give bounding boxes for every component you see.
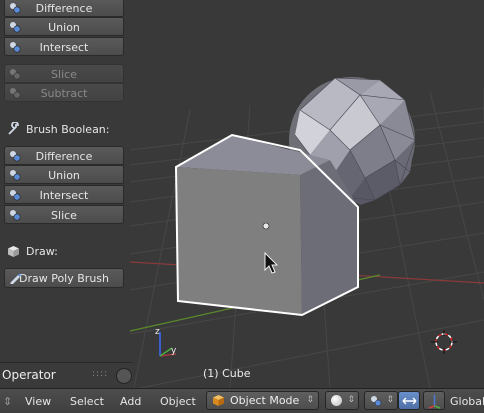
brush-intersect-label: Intersect xyxy=(39,189,89,202)
draw-heading: Draw: xyxy=(26,245,58,258)
brush-difference-label: Difference xyxy=(35,150,93,163)
operator-title: Operator xyxy=(2,368,56,382)
boolean-difference-icon xyxy=(10,3,21,14)
difference-button[interactable]: Difference xyxy=(4,0,124,17)
brush-difference-icon xyxy=(10,151,21,162)
object-mode-icon xyxy=(213,395,224,406)
scroll-arrows-icon[interactable]: ⇕ xyxy=(3,395,12,408)
slice-button-disabled: Slice xyxy=(4,64,124,83)
subtract-disabled-label: Subtract xyxy=(40,87,88,100)
translate-axes-icon xyxy=(428,395,441,409)
draw-poly-brush-button[interactable]: Draw Poly Brush xyxy=(4,268,124,288)
translate-manipulator-button[interactable] xyxy=(423,391,445,410)
difference-label: Difference xyxy=(35,2,93,15)
brush-pen-icon xyxy=(10,273,21,284)
mode-selector[interactable]: Object Mode ⇕ xyxy=(206,391,319,410)
subtract-button-disabled: Subtract xyxy=(4,83,124,102)
solid-shading-icon xyxy=(331,395,342,406)
shading-dropdown-arrows-icon: ⇕ xyxy=(347,395,355,405)
panel-toggle-knob[interactable] xyxy=(116,368,132,384)
slice-disabled-label: Slice xyxy=(51,68,77,81)
object-info-label: (1) Cube xyxy=(203,367,251,380)
brush-slice-label: Slice xyxy=(51,209,77,222)
intersect-label: Intersect xyxy=(39,41,89,54)
cube-draw-icon xyxy=(8,246,19,257)
boolean-union-icon xyxy=(10,22,21,33)
tool-shelf: Difference Union Intersect Slice Subtrac… xyxy=(0,0,127,388)
pivot-point-icon xyxy=(371,396,382,407)
brush-union-icon xyxy=(10,170,21,181)
brush-slice-button[interactable]: Slice xyxy=(4,205,124,224)
manipulator-arrows-icon xyxy=(402,397,417,405)
axis-y-label: y xyxy=(171,346,177,356)
subtract-icon xyxy=(10,88,21,99)
drag-handle-icon[interactable]: :::: xyxy=(92,369,108,379)
manipulator-toggle[interactable] xyxy=(398,391,420,410)
viewport-shading-selector[interactable]: ⇕ xyxy=(325,391,359,410)
slice-icon xyxy=(10,69,21,80)
dropdown-arrows-icon: ⇕ xyxy=(306,395,314,405)
transform-orientation-label[interactable]: Global xyxy=(450,395,484,408)
union-label: Union xyxy=(48,21,80,34)
object-origin xyxy=(262,222,270,230)
brush-union-button[interactable]: Union xyxy=(4,165,124,184)
brush-intersect-icon xyxy=(10,190,21,201)
brush-slice-icon xyxy=(10,210,21,221)
axis-z-label: z xyxy=(155,327,160,337)
view-menu[interactable]: View xyxy=(25,395,51,408)
pivot-point-selector[interactable]: ⇕ xyxy=(364,391,398,410)
brush-difference-button[interactable]: Difference xyxy=(4,146,124,165)
add-menu[interactable]: Add xyxy=(120,395,141,408)
select-menu[interactable]: Select xyxy=(70,395,104,408)
mode-label: Object Mode xyxy=(230,394,300,407)
wrench-icon xyxy=(8,122,19,135)
pivot-dropdown-arrows-icon: ⇕ xyxy=(386,395,394,405)
brush-intersect-button[interactable]: Intersect xyxy=(4,185,124,204)
intersect-button[interactable]: Intersect xyxy=(4,37,124,56)
union-button[interactable]: Union xyxy=(4,17,124,36)
viewport-header: ⇕ View Select Add Object Object Mode ⇕ ⇕… xyxy=(0,388,484,413)
object-menu[interactable]: Object xyxy=(160,395,196,408)
brush-union-label: Union xyxy=(48,169,80,182)
boolean-intersect-icon xyxy=(10,42,21,53)
brush-boolean-heading: Brush Boolean: xyxy=(26,123,110,136)
operator-panel[interactable]: Operator :::: xyxy=(0,362,133,389)
draw-poly-brush-label: Draw Poly Brush xyxy=(18,272,109,285)
